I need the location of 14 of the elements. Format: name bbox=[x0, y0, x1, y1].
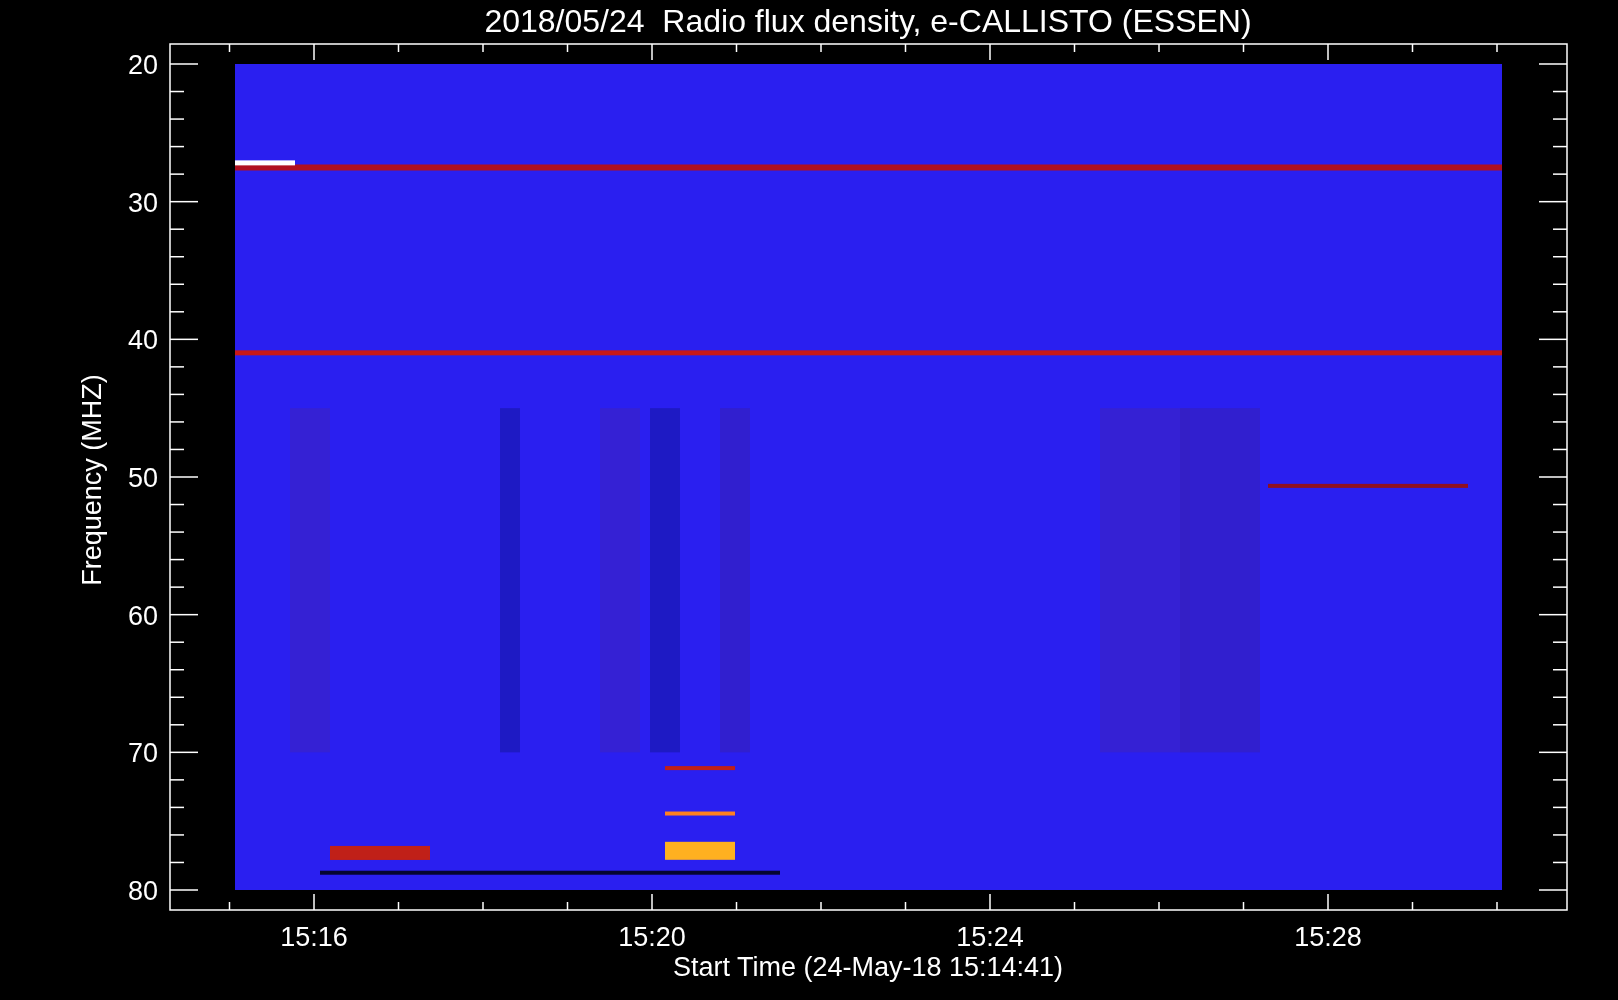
chart-title: 2018/05/24 Radio flux density, e-CALLISTO (ESSEN) bbox=[484, 3, 1252, 39]
y-tick-label: 40 bbox=[127, 325, 158, 356]
y-tick-label: 80 bbox=[127, 876, 158, 906]
y-tick-label: 50 bbox=[127, 463, 158, 493]
x-tick-label: 15:20 bbox=[618, 922, 686, 952]
x-axis-label: Start Time (24-May-18 15:14:41) bbox=[672, 952, 1064, 982]
y-tick-label: 60 bbox=[127, 600, 158, 631]
y-tick-label: 30 bbox=[127, 187, 158, 218]
y-tick-label: 20 bbox=[127, 50, 158, 80]
x-tick-label: 15:24 bbox=[956, 922, 1024, 952]
y-tick-label: 70 bbox=[127, 738, 158, 769]
x-tick-label: 15:28 bbox=[1294, 922, 1362, 952]
x-tick-label: 15:16 bbox=[280, 922, 348, 952]
y-axis-label: Frequency (MHZ) bbox=[77, 374, 107, 586]
